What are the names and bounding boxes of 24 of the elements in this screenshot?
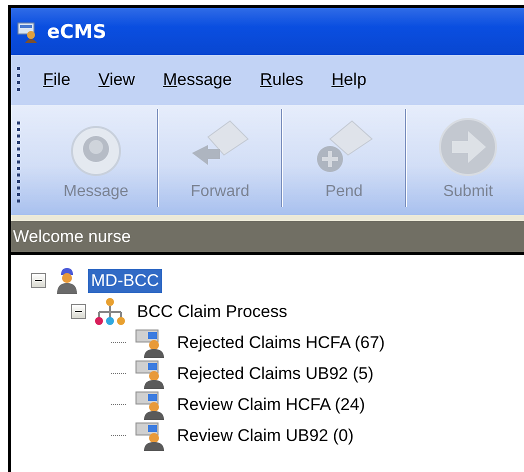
tree-item[interactable]: Rejected Claims HCFA (67) (174, 330, 388, 354)
tree-item[interactable]: Rejected Claims UB92 (5) (174, 362, 377, 386)
welcome-text: Welcome nurse (11, 221, 524, 255)
record-icon (70, 125, 122, 177)
tree-item[interactable]: MD-BCC (88, 268, 162, 292)
menu-item[interactable]: Message (162, 70, 232, 90)
menu-item[interactable]: Rules (260, 70, 304, 90)
tree-item[interactable]: Review Claim UB92 (0) (174, 424, 357, 448)
window-title: eCMS (47, 20, 106, 42)
arrow-right-icon (438, 117, 498, 177)
menu-item[interactable]: Help (331, 70, 366, 90)
tree-item[interactable]: Review Claim HCFA (24) (174, 392, 368, 416)
menu-item[interactable]: View (98, 70, 135, 90)
collapse-toggle[interactable] (31, 273, 46, 288)
hierarchy-icon (94, 296, 126, 326)
tree-item[interactable]: BCC Claim Process (134, 300, 290, 324)
app-icon (17, 20, 39, 42)
collapse-toggle[interactable] (71, 304, 86, 319)
person-icon (54, 266, 80, 294)
person-computer-icon (134, 328, 166, 358)
person-computer-icon (134, 358, 166, 388)
person-computer-icon (134, 420, 166, 450)
person-computer-icon (134, 390, 166, 420)
menu-item[interactable]: File (43, 70, 70, 90)
